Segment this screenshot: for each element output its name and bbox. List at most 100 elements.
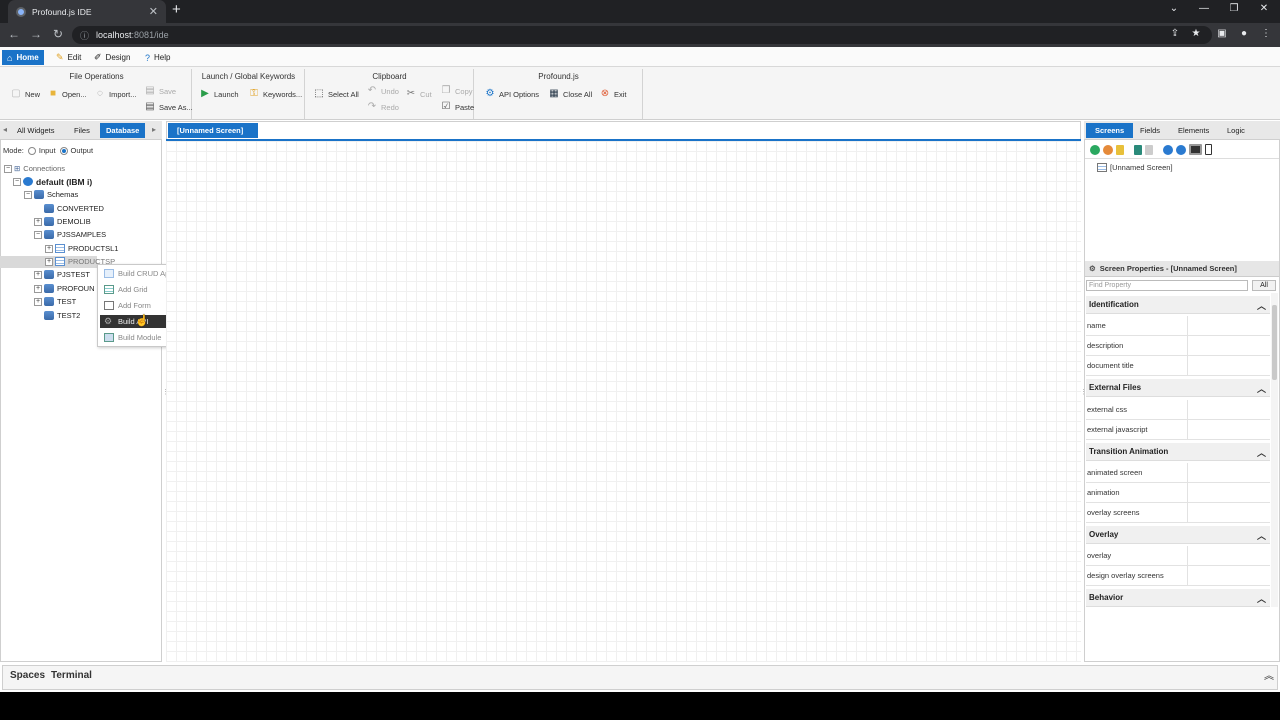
tree-schema-item[interactable]: + TEST xyxy=(34,295,76,308)
section-transition-animation[interactable]: Transition Animation ︿ xyxy=(1086,443,1270,461)
section-overlay[interactable]: Overlay ︿ xyxy=(1086,526,1270,544)
open-button[interactable]: ■ Open... xyxy=(47,88,87,100)
find-property-input[interactable]: Find Property xyxy=(1086,280,1248,291)
forward-icon[interactable]: → xyxy=(28,27,44,41)
properties-scroll-thumb[interactable] xyxy=(1272,305,1277,380)
property-value[interactable] xyxy=(1187,546,1270,565)
expand-icon[interactable]: + xyxy=(45,244,53,253)
minimize-icon[interactable]: — xyxy=(1194,3,1214,14)
tree-schema-item[interactable]: + PROFOUN xyxy=(34,282,95,295)
tree-connections[interactable]: − ⊞ Connections xyxy=(4,162,65,175)
design-canvas[interactable] xyxy=(166,139,1081,662)
property-row[interactable]: design overlay screens xyxy=(1086,566,1270,586)
tree-schema-item[interactable]: + PJSTEST xyxy=(34,268,90,281)
all-properties-button[interactable]: All xyxy=(1252,280,1276,291)
section-identification[interactable]: Identification ︿ xyxy=(1086,296,1270,314)
bookmark-star-icon[interactable]: ★ xyxy=(1189,28,1203,39)
tab-files[interactable]: Files xyxy=(68,123,96,138)
window-close-icon[interactable]: ✕ xyxy=(1254,3,1274,14)
mode-input-radio[interactable] xyxy=(27,146,36,155)
property-value[interactable] xyxy=(1187,316,1270,335)
api-options-button[interactable]: ⚙ API Options xyxy=(484,88,540,100)
tree-table-item[interactable]: + PRODUCTSL1 xyxy=(45,242,118,255)
url-input[interactable]: ⓘ localhost:8081/ide xyxy=(72,26,1212,44)
panel-right-arrow-icon[interactable]: ▸ xyxy=(152,125,156,134)
save-button[interactable]: ▤ Save xyxy=(144,85,176,97)
collapse-icon[interactable]: − xyxy=(24,190,32,199)
import-button[interactable]: ◌ Import... xyxy=(94,88,137,100)
tree-default-connection[interactable]: − default (IBM i) xyxy=(13,175,92,188)
tree-schema-item[interactable]: TEST2 xyxy=(44,309,80,322)
undo-button[interactable]: ↶ Undo xyxy=(366,85,399,97)
tab-terminal[interactable]: Terminal xyxy=(51,670,92,681)
paste-button[interactable]: ☑ Paste xyxy=(440,101,475,113)
document-tab[interactable]: [Unnamed Screen] xyxy=(168,123,258,138)
expand-icon[interactable]: + xyxy=(34,270,42,279)
expand-icon[interactable]: + xyxy=(34,217,42,226)
property-row[interactable]: overlay screens xyxy=(1086,503,1270,523)
keywords-button[interactable]: ⚿ Keywords... xyxy=(248,88,302,100)
property-value[interactable] xyxy=(1187,336,1270,355)
menu-tab-edit[interactable]: ✎ Edit xyxy=(51,50,86,65)
move-up-icon[interactable] xyxy=(1163,144,1173,155)
tab-screens[interactable]: Screens xyxy=(1086,123,1134,138)
mobile-view-icon[interactable] xyxy=(1205,144,1212,155)
property-value[interactable] xyxy=(1187,356,1270,375)
collapse-icon[interactable]: − xyxy=(34,230,42,239)
select-all-button[interactable]: ⬚ Select All xyxy=(313,88,359,100)
save-as-button[interactable]: ▤ Save As... xyxy=(144,101,193,113)
desktop-view-icon[interactable] xyxy=(1189,144,1202,155)
edit-screen-icon[interactable] xyxy=(1116,144,1124,155)
restore-icon[interactable]: ❐ xyxy=(1224,3,1244,14)
close-tab-icon[interactable]: ✕ xyxy=(149,5,158,18)
info-icon[interactable]: ⓘ xyxy=(80,29,89,42)
section-behavior[interactable]: Behavior ︿ xyxy=(1086,589,1270,607)
property-value[interactable] xyxy=(1187,420,1270,439)
tab-search-icon[interactable]: ⌄ xyxy=(1164,3,1184,14)
property-value[interactable] xyxy=(1187,566,1270,585)
collapse-icon[interactable]: − xyxy=(4,164,12,173)
property-row[interactable]: document title xyxy=(1086,356,1270,376)
tab-all-widgets[interactable]: All Widgets xyxy=(11,123,61,138)
property-value[interactable] xyxy=(1187,463,1270,482)
property-row[interactable]: overlay xyxy=(1086,546,1270,566)
share-icon[interactable]: ⇪ xyxy=(1168,28,1182,39)
expand-icon[interactable]: + xyxy=(45,257,53,266)
redo-button[interactable]: ↷ Redo xyxy=(366,101,399,113)
tab-logic[interactable]: Logic xyxy=(1218,123,1254,138)
more-menu-icon[interactable]: ⋮ xyxy=(1259,28,1273,39)
tree-schemas[interactable]: − Schemas xyxy=(24,188,78,201)
menu-tab-help[interactable]: ? Help xyxy=(140,50,175,65)
tab-database[interactable]: Database xyxy=(100,123,146,138)
profile-icon[interactable]: ● xyxy=(1237,28,1251,39)
add-screen-icon[interactable] xyxy=(1090,144,1100,155)
tree-schema-item[interactable]: CONVERTED xyxy=(44,202,104,215)
side-panel-icon[interactable]: ▣ xyxy=(1215,28,1229,39)
property-value[interactable] xyxy=(1187,503,1270,522)
cut-button[interactable]: ✂ Cut xyxy=(405,88,432,100)
close-all-button[interactable]: ▦ Close All xyxy=(548,88,592,100)
property-row[interactable]: external javascript xyxy=(1086,420,1270,440)
expand-up-icon[interactable]: ︽ xyxy=(1264,667,1274,682)
new-button[interactable]: ▢ New xyxy=(10,88,40,100)
section-external-files[interactable]: External Files ︿ xyxy=(1086,379,1270,397)
new-tab-icon[interactable]: + xyxy=(172,1,181,18)
property-row[interactable]: name xyxy=(1086,316,1270,336)
copy-screen-icon[interactable] xyxy=(1134,144,1142,155)
launch-button[interactable]: ▶ Launch xyxy=(199,88,238,100)
tree-schema-item[interactable]: + DEMOLIB xyxy=(34,215,91,228)
back-icon[interactable]: ← xyxy=(6,27,22,41)
mode-output-radio[interactable] xyxy=(59,146,68,155)
panel-left-arrow-icon[interactable]: ◂ xyxy=(3,125,7,134)
property-row[interactable]: external css xyxy=(1086,400,1270,420)
collapse-icon[interactable]: − xyxy=(13,177,21,186)
property-value[interactable] xyxy=(1187,483,1270,502)
move-down-icon[interactable] xyxy=(1176,144,1186,155)
tab-elements[interactable]: Elements xyxy=(1169,123,1218,138)
reload-icon[interactable]: ↻ xyxy=(50,27,66,41)
add-external-icon[interactable] xyxy=(1103,144,1113,155)
property-row[interactable]: description xyxy=(1086,336,1270,356)
delete-screen-icon[interactable] xyxy=(1145,144,1153,155)
tab-fields[interactable]: Fields xyxy=(1131,123,1169,138)
tree-schema-item[interactable]: − PJSSAMPLES xyxy=(34,228,106,241)
